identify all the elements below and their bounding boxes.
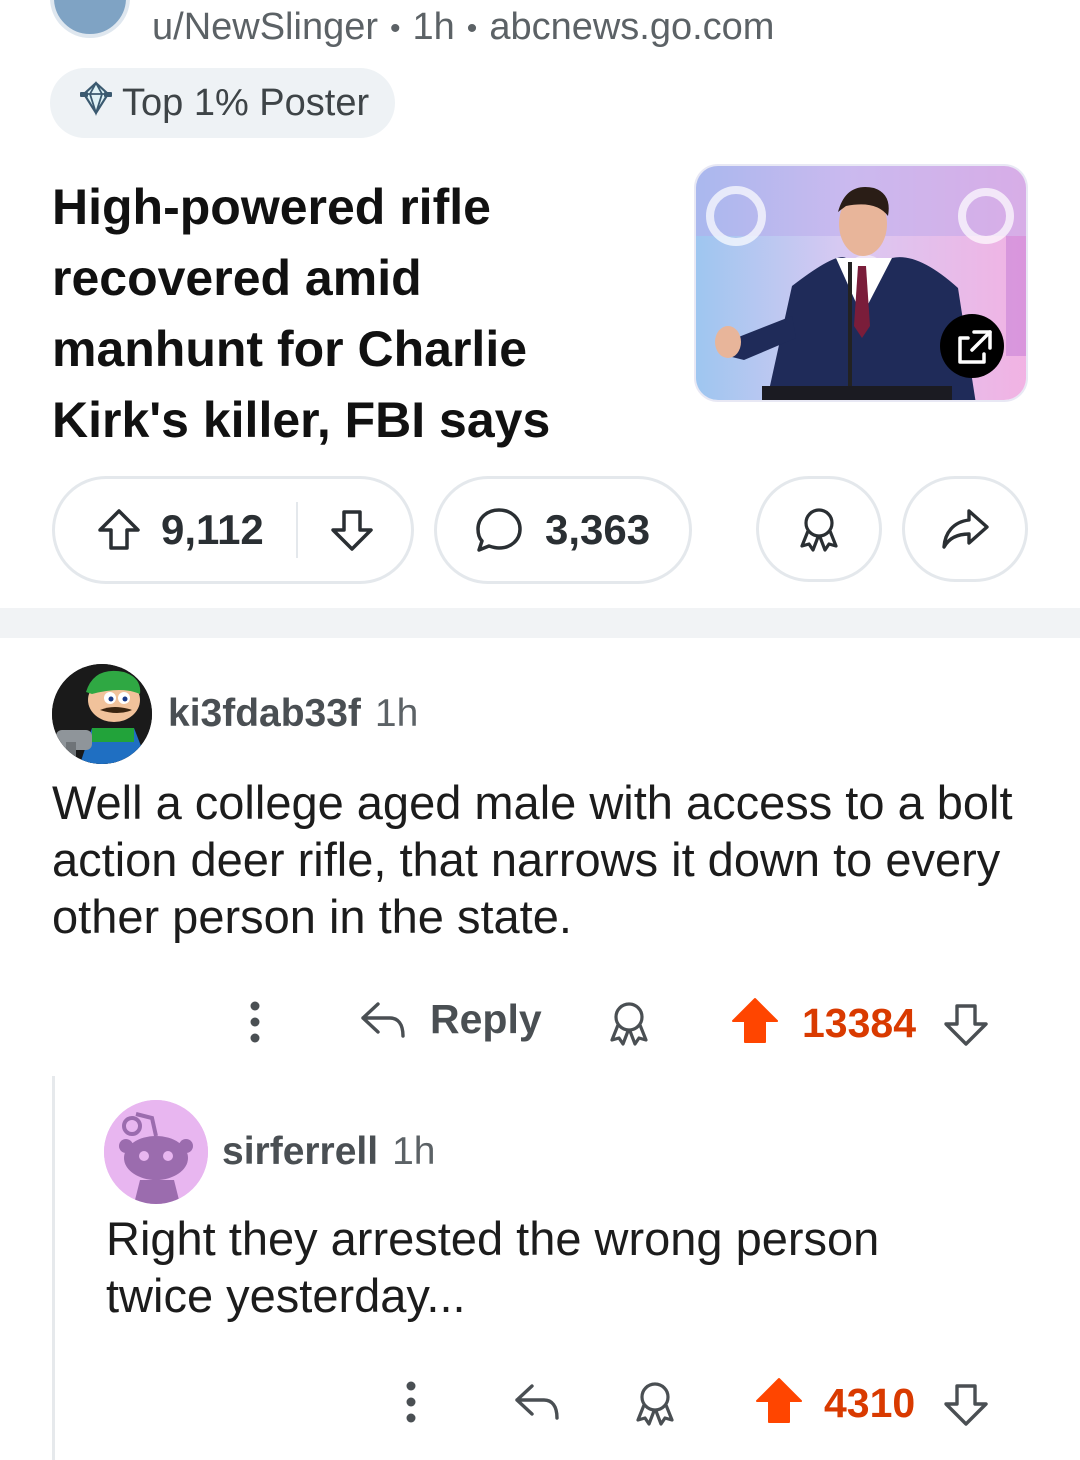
reply-time: 1h [392,1130,436,1173]
more-icon[interactable] [402,1380,420,1429]
reply-icon[interactable] [512,1380,562,1429]
thread-line[interactable] [52,1076,55,1460]
more-icon[interactable] [246,1000,264,1049]
reply-label: Reply [430,996,542,1042]
comment-actions: Reply 13384 [236,990,1016,1054]
upvote-icon[interactable] [730,996,780,1051]
vote-control: 9,112 [52,476,414,584]
commenter-avatar[interactable] [52,664,152,764]
reply-username[interactable]: sirferrell [222,1130,378,1173]
reply-body: Right they arrested the wrong person twi… [106,1212,880,1322]
share-icon [939,503,991,555]
comment-username[interactable]: ki3fdab33f [168,692,361,735]
award-icon[interactable] [604,998,654,1053]
author-name[interactable]: u/NewSlinger [152,6,378,48]
flair-badge-icon [78,80,114,126]
comment-icon [473,504,525,556]
author-avatar[interactable] [50,0,130,38]
award-button[interactable] [756,476,882,582]
comment-body: Well a college aged male with access to … [52,776,1013,943]
post-title[interactable]: High-powered rifle recovered amid manhun… [52,172,612,456]
comment-time: 1h [374,692,419,735]
post-domain[interactable]: abcnews.go.com [489,6,774,48]
share-button[interactable] [902,476,1028,582]
award-icon[interactable] [630,1378,680,1433]
comment-count: 3,363 [545,506,651,553]
comments-button[interactable]: 3,363 [434,476,692,584]
comment-header: ki3fdab33f 1h [168,692,418,736]
upvote-icon[interactable] [754,1376,804,1431]
post-thumbnail[interactable] [694,164,1028,402]
post-time: 1h [412,6,455,48]
reply-score: 4310 [824,1380,916,1426]
post-meta: u/NewSlinger • 1h • abcnews.go.com [152,6,775,48]
vote-divider [295,502,298,558]
award-icon [794,504,844,554]
section-divider [0,608,1080,638]
comment-score: 13384 [802,1000,917,1046]
reply-avatar[interactable] [104,1100,208,1204]
reply-icon [358,998,408,1042]
reply-actions: 4310 [398,1370,1018,1434]
reply-button[interactable]: Reply [358,996,542,1043]
downvote-icon[interactable] [942,1380,990,1433]
flair-label: Top 1% Poster [122,81,370,124]
post-score: 9,112 [161,506,264,553]
downvote-icon[interactable] [942,1000,990,1053]
downvote-icon[interactable] [328,506,376,554]
user-flair: Top 1% Poster [50,68,396,138]
upvote-icon[interactable] [95,506,143,554]
reply-header: sirferrell 1h [222,1130,436,1174]
